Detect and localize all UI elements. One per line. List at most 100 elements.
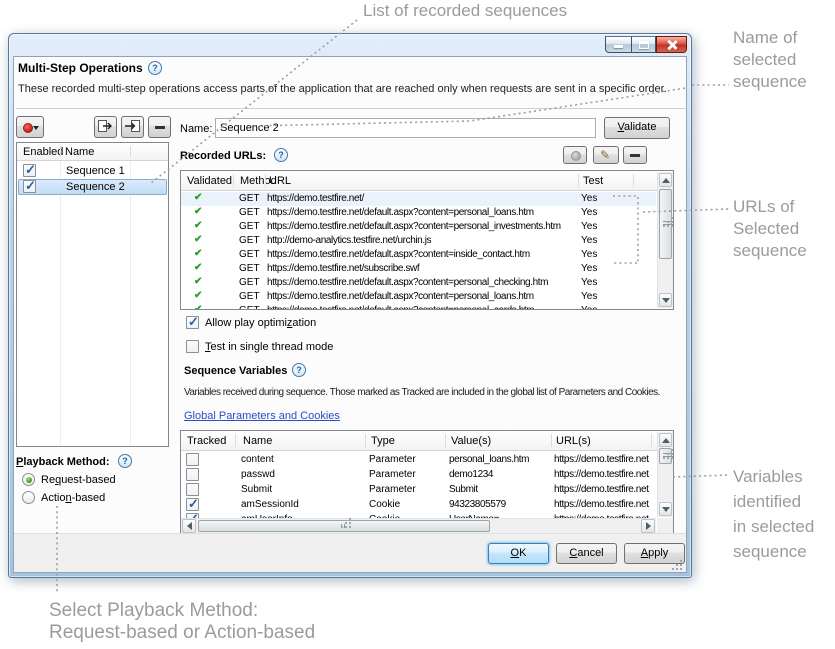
separator [16, 108, 688, 109]
triangle-right-icon [646, 522, 655, 530]
minimize-icon [614, 45, 623, 48]
url-row[interactable]: ✔ GET http://demo-analytics.testfire.net… [181, 234, 656, 248]
maximize-button[interactable] [631, 36, 656, 53]
radio-label: Action-based [41, 492, 105, 504]
tracked-checkbox[interactable] [186, 468, 199, 481]
column-header-name[interactable]: Name [65, 146, 94, 158]
variables-header: Tracked Name Type Value(s) URL(s) [181, 431, 673, 451]
remove-url-button[interactable] [623, 146, 647, 164]
scroll-right-button[interactable] [641, 519, 655, 533]
help-icon-multi-step[interactable]: ? [148, 61, 162, 75]
column-header-name[interactable]: Name [243, 435, 272, 447]
variable-row[interactable]: content Parameter personal_loans.htm htt… [181, 452, 656, 467]
column-header-url[interactable]: URL [269, 175, 291, 187]
sequence-row-2[interactable]: Sequence 2 [18, 179, 167, 195]
column-header-validated[interactable]: Validated [187, 175, 232, 187]
enabled-checkbox[interactable] [23, 180, 36, 193]
minimize-button[interactable] [605, 36, 631, 53]
recorded-urls-label: Recorded URLs: [180, 150, 266, 162]
column-header-tracked[interactable]: Tracked [187, 435, 226, 447]
scrollbar-thumb[interactable] [659, 189, 672, 259]
variable-row[interactable]: Submit Parameter Submit https://demo.tes… [181, 482, 656, 497]
validated-check-icon: ✔ [194, 248, 202, 259]
vertical-scrollbar[interactable] [657, 172, 673, 308]
sequences-list-header: Enabled Name [17, 143, 168, 161]
dialog-heading: Multi-Step Operations [18, 61, 143, 75]
checkbox-label: Allow play optimization [205, 317, 316, 329]
scroll-up-button[interactable] [659, 433, 672, 447]
triangle-up-icon [662, 174, 670, 183]
thumb-grip-icon [341, 524, 347, 528]
header-divider [265, 174, 266, 187]
ok-button[interactable]: OK [488, 543, 549, 564]
vertical-scrollbar[interactable] [657, 432, 673, 517]
close-button[interactable] [656, 36, 687, 53]
global-parameters-link[interactable]: Global Parameters and Cookies [184, 410, 340, 422]
variable-row[interactable]: passwd Parameter demo1234 https://demo.t… [181, 467, 656, 482]
validated-check-icon: ✔ [194, 276, 202, 287]
window-controls [605, 36, 687, 53]
url-row[interactable]: ✔ GET https://demo.testfire.net/default.… [181, 206, 656, 220]
scrollbar-thumb[interactable] [198, 520, 490, 532]
import-sequence-button[interactable] [121, 116, 144, 138]
close-icon [667, 40, 677, 50]
checkbox-icon [186, 316, 199, 329]
resize-grip[interactable] [672, 558, 684, 570]
dialog-body: Multi-Step Operations ? These recorded m… [13, 56, 687, 573]
header-divider [130, 146, 131, 157]
horizontal-scrollbar[interactable] [181, 518, 656, 533]
column-header-test[interactable]: Test [583, 175, 603, 187]
record-url-button[interactable] [563, 146, 587, 164]
scroll-up-button[interactable] [659, 173, 672, 187]
checkbox-icon [186, 340, 199, 353]
url-row[interactable]: ✔ GET https://demo.testfire.net/subscrib… [181, 262, 656, 276]
pencil-icon: ✎ [600, 148, 610, 162]
header-divider [578, 174, 579, 187]
header-divider [551, 434, 552, 447]
url-row[interactable]: ✔ GET https://demo.testfire.net/default.… [181, 220, 656, 234]
remove-sequence-button[interactable] [148, 116, 171, 138]
edit-url-button[interactable]: ✎ [593, 146, 619, 164]
url-row[interactable]: ✔ GET https://demo.testfire.net/default.… [181, 290, 656, 304]
enabled-checkbox[interactable] [23, 164, 36, 177]
scroll-down-button[interactable] [659, 502, 672, 516]
help-icon-playback[interactable]: ? [118, 454, 132, 468]
scrollbar-thumb[interactable] [659, 448, 672, 464]
help-icon-recorded-urls[interactable]: ? [274, 148, 288, 162]
column-header-values[interactable]: Value(s) [451, 435, 491, 447]
url-row[interactable]: ✔ GET https://demo.testfire.net/default.… [181, 304, 656, 309]
help-icon-sequence-variables[interactable]: ? [292, 363, 306, 377]
column-header-type[interactable]: Type [371, 435, 395, 447]
cancel-button[interactable]: Cancel [556, 543, 617, 564]
record-sequence-button[interactable] [16, 116, 44, 138]
sequence-name-input[interactable] [215, 118, 596, 138]
record-disabled-icon [571, 151, 581, 161]
minus-icon [630, 154, 640, 157]
header-divider [633, 174, 634, 187]
url-row[interactable]: ✔ GET https://demo.testfire.net/ Yes [181, 192, 656, 206]
sequence-row-1[interactable]: Sequence 1 [18, 163, 167, 179]
column-header-urls[interactable]: URL(s) [556, 435, 591, 447]
column-header-enabled[interactable]: Enabled [23, 146, 63, 158]
url-row[interactable]: ✔ GET https://demo.testfire.net/default.… [181, 248, 656, 262]
tracked-checkbox[interactable] [186, 498, 199, 511]
sequence-variables-label: Sequence Variables [184, 365, 287, 377]
annotation-select-playback-method: Select Playback Method: Request-based or… [49, 600, 315, 644]
sequences-list: Enabled Name Sequence 1 Sequence 2 [16, 142, 169, 447]
url-row[interactable]: ✔ GET https://demo.testfire.net/default.… [181, 276, 656, 290]
validated-check-icon: ✔ [194, 304, 202, 309]
tracked-checkbox[interactable] [186, 483, 199, 496]
variables-rows: content Parameter personal_loans.htm htt… [181, 452, 656, 518]
annotation-name-of-selected-sequence: Name of selected sequence [733, 27, 807, 93]
export-sequence-button[interactable] [94, 116, 117, 138]
scroll-left-button[interactable] [182, 519, 196, 533]
dialog-titlebar[interactable] [9, 34, 691, 56]
validated-check-icon: ✔ [194, 206, 202, 217]
variable-row[interactable]: amSessionId Cookie 94323805579 https://d… [181, 497, 656, 512]
sequence-variables-table: Tracked Name Type Value(s) URL(s) conten… [180, 430, 674, 534]
scroll-down-button[interactable] [659, 293, 672, 307]
thumb-grip-icon [663, 221, 674, 227]
validate-button[interactable]: Validate [604, 117, 670, 139]
tracked-checkbox[interactable] [186, 453, 199, 466]
minus-icon [155, 126, 165, 129]
